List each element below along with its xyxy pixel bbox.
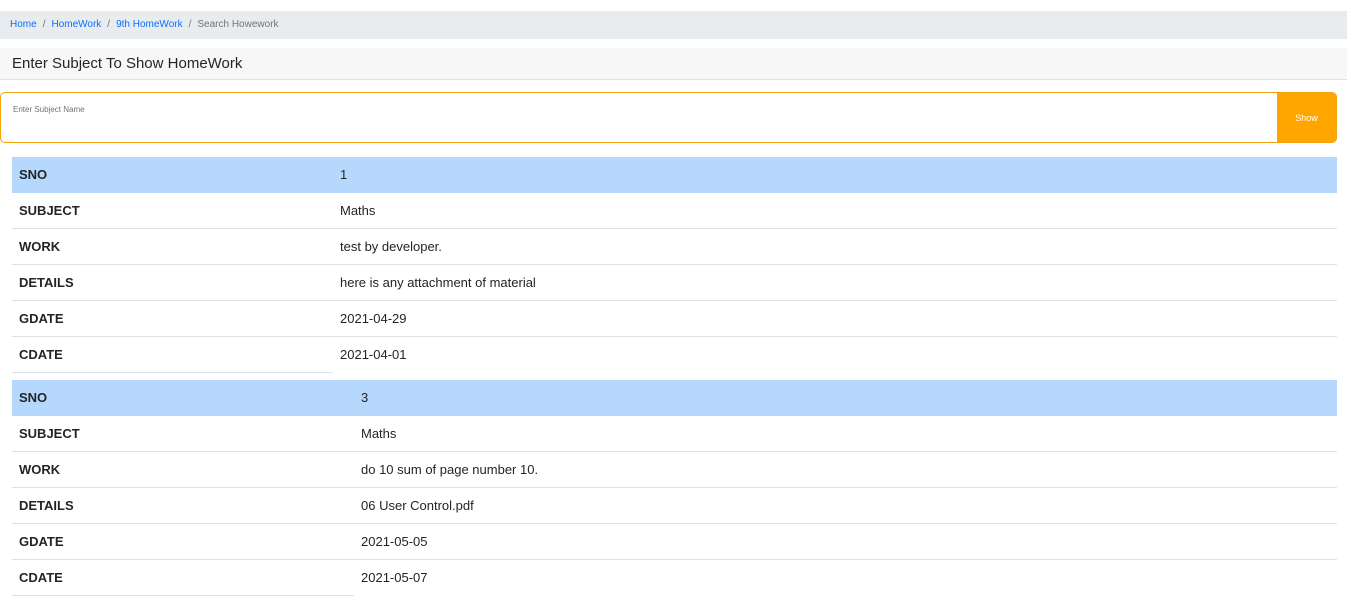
field-value: Maths xyxy=(361,426,397,441)
field-key: CDATE xyxy=(19,570,63,585)
field-key: DETAILS xyxy=(19,498,74,513)
field-value: here is any attachment of material xyxy=(340,275,536,290)
field-key: SUBJECT xyxy=(19,203,80,218)
breadcrumb-home-link[interactable]: Home xyxy=(10,19,37,30)
field-value: 2021-05-05 xyxy=(361,534,428,549)
row-divider xyxy=(12,595,354,596)
top-strip xyxy=(0,0,1351,11)
table-row: WORK test by developer. xyxy=(12,229,1337,265)
subject-input[interactable] xyxy=(13,117,1267,139)
field-key: DETAILS xyxy=(19,275,74,290)
field-key: SNO xyxy=(19,390,48,405)
field-value: 2021-05-07 xyxy=(361,570,428,585)
breadcrumb-separator: / xyxy=(42,19,46,30)
breadcrumb-homework-link[interactable]: HomeWork xyxy=(51,19,101,30)
breadcrumb-current: Search Howework xyxy=(197,19,279,30)
field-key: SNO xyxy=(19,167,48,182)
field-key: WORK xyxy=(19,239,61,254)
table-row: CDATE 2021-05-07 xyxy=(12,560,1337,596)
field-value: 2021-04-01 xyxy=(340,347,407,362)
field-key: SUBJECT xyxy=(19,426,80,441)
breadcrumb-separator: / xyxy=(188,19,192,30)
page-title: Enter Subject To Show HomeWork xyxy=(0,48,1347,80)
show-button[interactable]: Show xyxy=(1277,93,1336,142)
field-value: do 10 sum of page number 10. xyxy=(361,462,539,477)
table-row: SNO 3 xyxy=(12,380,1337,416)
subject-search-group: Enter Subject Name Show xyxy=(0,92,1337,143)
table-row: WORK do 10 sum of page number 10. xyxy=(12,452,1337,488)
field-value: test by developer. xyxy=(340,239,442,254)
table-row: SNO 1 xyxy=(12,157,1337,193)
breadcrumb: Home / HomeWork / 9th HomeWork / Search Howewo… xyxy=(0,11,1347,39)
field-value: Maths xyxy=(340,203,376,218)
row-divider xyxy=(12,372,333,373)
breadcrumb-9th-homework-link[interactable]: 9th HomeWork xyxy=(116,19,183,30)
field-value: 2021-04-29 xyxy=(340,311,407,326)
field-value: 1 xyxy=(340,167,348,182)
table-row: GDATE 2021-05-05 xyxy=(12,524,1337,560)
field-key: WORK xyxy=(19,462,61,477)
table-row: SUBJECT Maths xyxy=(12,416,1337,452)
table-row: SUBJECT Maths xyxy=(12,193,1337,229)
table-row: CDATE 2021-04-01 xyxy=(12,337,1337,373)
field-key: CDATE xyxy=(19,347,63,362)
homework-record: SNO 3 SUBJECT Maths WORK do 10 sum of pa… xyxy=(12,380,1337,596)
table-row: DETAILS 06 User Control.pdf xyxy=(12,488,1337,524)
homework-record: SNO 1 SUBJECT Maths WORK test by develop… xyxy=(12,157,1337,373)
field-value: 3 xyxy=(361,390,369,405)
field-key: GDATE xyxy=(19,534,64,549)
field-key: GDATE xyxy=(19,311,64,326)
subject-field-label: Enter Subject Name xyxy=(13,105,85,114)
table-row: DETAILS here is any attachment of materi… xyxy=(12,265,1337,301)
table-row: GDATE 2021-04-29 xyxy=(12,301,1337,337)
field-value: 06 User Control.pdf xyxy=(361,498,474,513)
breadcrumb-separator: / xyxy=(107,19,111,30)
